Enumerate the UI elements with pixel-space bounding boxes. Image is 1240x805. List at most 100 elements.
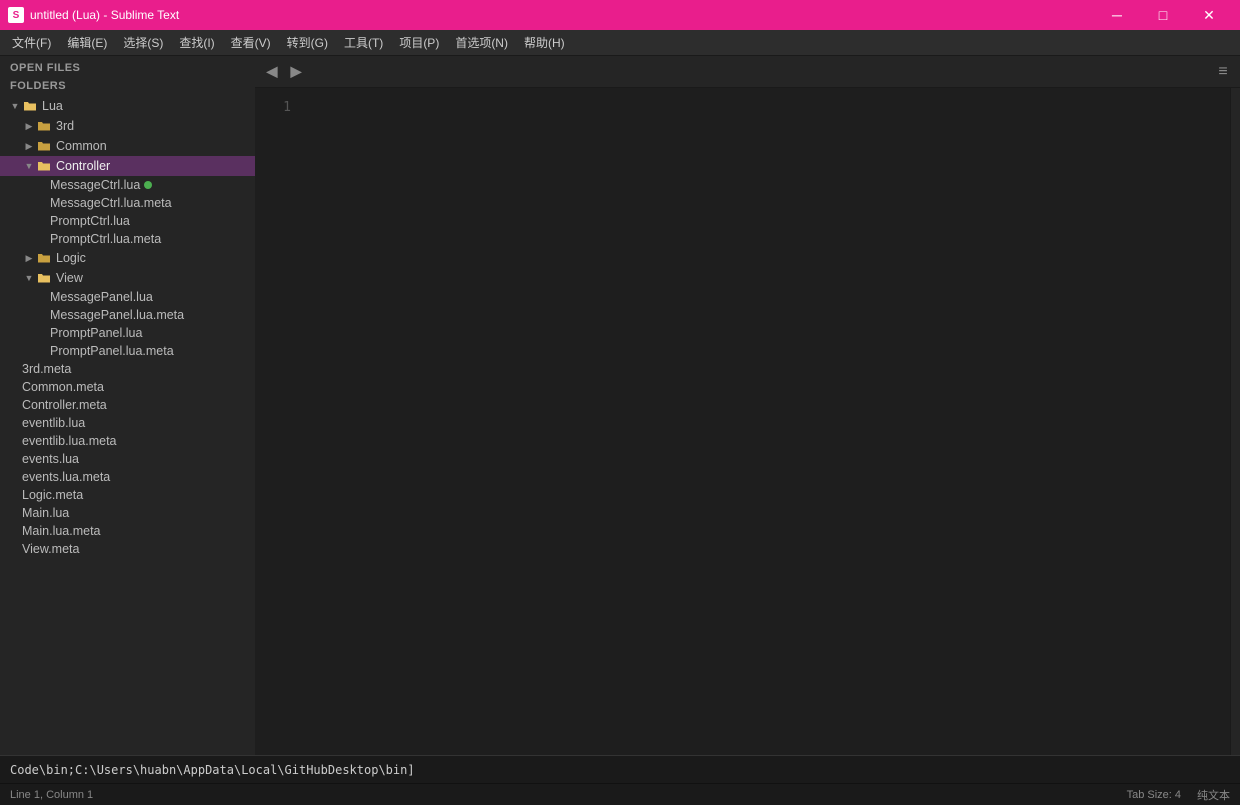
tree-item-messagePanel[interactable]: MessagePanel.lua xyxy=(0,288,255,306)
folder-icon xyxy=(36,138,52,154)
file-arrow-placeholder xyxy=(36,326,50,340)
folder-label: 3rd xyxy=(56,119,74,133)
folder-arrow-open xyxy=(22,159,36,173)
menu-item-查看v[interactable]: 查看(V) xyxy=(223,31,279,54)
file-label: Controller.meta xyxy=(22,398,107,412)
menu-item-编辑e[interactable]: 编辑(E) xyxy=(59,31,115,54)
file-arrow-placeholder xyxy=(8,506,22,520)
cursor-position: Line 1, Column 1 xyxy=(10,789,93,801)
tree-item-controllerMeta[interactable]: Controller.meta xyxy=(0,396,255,414)
file-label: Logic.meta xyxy=(22,488,83,502)
minimize-button[interactable]: ─ xyxy=(1094,0,1140,30)
tree-item-messageCtrl[interactable]: MessageCtrl.lua xyxy=(0,176,255,194)
title-bar: S untitled (Lua) - Sublime Text ─ □ ✕ xyxy=(0,0,1240,30)
open-files-label: OPEN FILES xyxy=(0,56,255,77)
file-label: events.lua xyxy=(22,452,79,466)
file-label: PromptPanel.lua xyxy=(50,326,142,340)
tree-item-eventsLua[interactable]: events.lua xyxy=(0,450,255,468)
file-arrow-placeholder xyxy=(36,344,50,358)
file-label: eventlib.lua.meta xyxy=(22,434,117,448)
folder-label: Common xyxy=(56,139,107,153)
menu-item-转到g[interactable]: 转到(G) xyxy=(279,31,336,54)
folder-icon xyxy=(36,270,52,286)
file-arrow-placeholder xyxy=(36,178,50,192)
file-arrow-placeholder xyxy=(8,470,22,484)
tree-item-viewMeta[interactable]: View.meta xyxy=(0,540,255,558)
menu-item-项目p[interactable]: 项目(P) xyxy=(391,31,447,54)
line-numbers: 1 xyxy=(255,88,303,755)
editor-content: 1 xyxy=(255,88,1240,755)
file-label: PromptCtrl.lua xyxy=(50,214,130,228)
tree-item-mainMeta[interactable]: Main.lua.meta xyxy=(0,522,255,540)
scrollbar-vertical[interactable] xyxy=(1230,88,1240,755)
close-button[interactable]: ✕ xyxy=(1186,0,1232,30)
menu-item-工具t[interactable]: 工具(T) xyxy=(336,31,391,54)
folder-label: Logic xyxy=(56,251,86,265)
tree-item-view[interactable]: View xyxy=(0,268,255,288)
folder-label: View xyxy=(56,271,83,285)
editor-tabs-bar: ◀ ▶ ≡ xyxy=(255,56,1240,88)
tree-item-lua[interactable]: Lua xyxy=(0,96,255,116)
tree-item-messagePanelMeta[interactable]: MessagePanel.lua.meta xyxy=(0,306,255,324)
folder-arrow-open xyxy=(8,99,22,113)
folder-arrow-closed xyxy=(22,251,36,265)
folder-arrow-closed xyxy=(22,139,36,153)
tab-next-button[interactable]: ▶ xyxy=(285,61,307,83)
editor-menu-button[interactable]: ≡ xyxy=(1212,61,1234,83)
file-arrow-placeholder xyxy=(8,380,22,394)
file-arrow-placeholder xyxy=(8,434,22,448)
tree-item-promptCtrl[interactable]: PromptCtrl.lua xyxy=(0,212,255,230)
folder-arrow-closed xyxy=(22,119,36,133)
tree-item-eventlibLua[interactable]: eventlib.lua xyxy=(0,414,255,432)
file-arrow-placeholder xyxy=(8,362,22,376)
tree-item-common[interactable]: Common xyxy=(0,136,255,156)
menu-item-文件f[interactable]: 文件(F) xyxy=(4,31,59,54)
tree-item-promptCtrlMeta[interactable]: PromptCtrl.lua.meta xyxy=(0,230,255,248)
tree-item-logicMeta[interactable]: Logic.meta xyxy=(0,486,255,504)
tab-size-label[interactable]: Tab Size: 4 xyxy=(1127,789,1181,801)
file-arrow-placeholder xyxy=(8,488,22,502)
modified-dot xyxy=(144,181,152,189)
tree-item-eventlibMeta[interactable]: eventlib.lua.meta xyxy=(0,432,255,450)
tree-item-mainLua[interactable]: Main.lua xyxy=(0,504,255,522)
menu-item-查找i[interactable]: 查找(I) xyxy=(171,31,222,54)
tree-item-commonMeta[interactable]: Common.meta xyxy=(0,378,255,396)
tree-item-logic[interactable]: Logic xyxy=(0,248,255,268)
title-controls: ─ □ ✕ xyxy=(1094,0,1232,30)
app-icon: S xyxy=(8,7,24,23)
file-label: MessagePanel.lua.meta xyxy=(50,308,184,322)
file-arrow-placeholder xyxy=(36,308,50,322)
folder-icon xyxy=(36,158,52,174)
status-right: Tab Size: 4 纯文本 xyxy=(1127,787,1230,803)
sidebar-tree: Lua 3rd Common Controller MessageCtrl.lua… xyxy=(0,96,255,755)
file-arrow-placeholder xyxy=(36,214,50,228)
path-text: Code\bin;C:\Users\huabn\AppData\Local\Gi… xyxy=(10,763,415,777)
menu-item-首选项n[interactable]: 首选项(N) xyxy=(447,31,516,54)
file-arrow-placeholder xyxy=(36,196,50,210)
tree-item-3rdMeta[interactable]: 3rd.meta xyxy=(0,360,255,378)
folders-label: FOLDERS xyxy=(0,77,255,96)
file-arrow-placeholder xyxy=(8,416,22,430)
tree-item-controller[interactable]: Controller xyxy=(0,156,255,176)
title-left: S untitled (Lua) - Sublime Text xyxy=(8,7,179,23)
tree-item-3rd[interactable]: 3rd xyxy=(0,116,255,136)
tree-item-promptPanel[interactable]: PromptPanel.lua xyxy=(0,324,255,342)
folder-label: Controller xyxy=(56,159,110,173)
code-editor[interactable] xyxy=(303,88,1230,755)
file-label: eventlib.lua xyxy=(22,416,85,430)
menu-item-选择s[interactable]: 选择(S) xyxy=(115,31,171,54)
maximize-button[interactable]: □ xyxy=(1140,0,1186,30)
menu-bar: 文件(F)编辑(E)选择(S)查找(I)查看(V)转到(G)工具(T)项目(P)… xyxy=(0,30,1240,56)
file-arrow-placeholder xyxy=(8,452,22,466)
menu-item-帮助h[interactable]: 帮助(H) xyxy=(516,31,573,54)
file-arrow-placeholder xyxy=(36,290,50,304)
encoding-label[interactable]: 纯文本 xyxy=(1197,787,1230,803)
tree-item-promptPanelMeta[interactable]: PromptPanel.lua.meta xyxy=(0,342,255,360)
file-label: events.lua.meta xyxy=(22,470,110,484)
tree-item-messageCtrlMeta[interactable]: MessageCtrl.lua.meta xyxy=(0,194,255,212)
editor-area: ◀ ▶ ≡ 1 xyxy=(255,56,1240,755)
file-label: MessageCtrl.lua.meta xyxy=(50,196,172,210)
tree-item-eventsMeta[interactable]: events.lua.meta xyxy=(0,468,255,486)
file-arrow-placeholder xyxy=(8,542,22,556)
tab-prev-button[interactable]: ◀ xyxy=(261,61,283,83)
